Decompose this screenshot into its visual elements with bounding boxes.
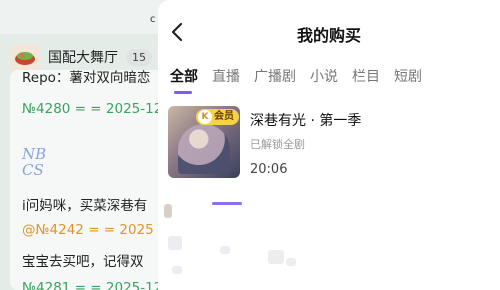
cover-artwork: [178, 124, 230, 174]
tab-short-drama[interactable]: 短剧: [394, 66, 422, 86]
tab-label: 小说: [310, 69, 338, 85]
loading-placeholder: [268, 250, 284, 264]
chat-message: @№4242 = = 2025: [22, 222, 154, 238]
tab-live[interactable]: 直播: [212, 66, 240, 86]
food-bowl-icon: [15, 52, 35, 65]
chat-message: 宝宝去买吧，记得双: [22, 254, 144, 270]
tab-label: 全部: [170, 69, 198, 85]
loading-placeholder: [286, 258, 296, 266]
loading-placeholder: [164, 204, 172, 218]
tab-label: 直播: [212, 69, 240, 85]
tab-label: 栏目: [352, 69, 380, 85]
group-name: 国配大舞厅: [48, 50, 118, 66]
chat-message: №4280 = = 2025-12-: [22, 101, 168, 117]
background-chat: c 国配大舞厅 15 Repo：薯对双向暗恋 №4280 = = 2025-12…: [0, 0, 170, 290]
chat-message: i问妈咪，买菜深巷有: [22, 198, 148, 214]
panel-header: 我的购买: [158, 0, 500, 60]
purchase-item[interactable]: K 会员 深巷有光 · 第一季 已解锁全剧 20:06: [168, 106, 490, 182]
loading-placeholder: [220, 246, 230, 254]
vip-k-icon: K: [198, 110, 212, 124]
loading-placeholder: [172, 266, 182, 274]
vip-badge: K 会员: [196, 109, 239, 125]
tab-column[interactable]: 栏目: [352, 66, 380, 86]
tab-radio-drama[interactable]: 广播剧: [254, 66, 296, 86]
loading-placeholder: [168, 236, 182, 250]
background-topbar: c: [0, 0, 170, 34]
purchase-duration: 20:06: [250, 162, 288, 177]
category-tabs: 全部 直播 广播剧 小说 栏目 短剧: [170, 66, 436, 94]
cover-image: K 会员: [168, 106, 240, 178]
tab-all[interactable]: 全部: [170, 66, 198, 94]
loading-placeholder: [212, 202, 242, 205]
chat-message: №4281 = = 2025-12-: [22, 280, 168, 290]
member-count-badge: 15: [126, 48, 152, 66]
vip-badge-label: 会员: [214, 111, 234, 122]
purchase-status: 已解锁全剧: [250, 138, 305, 151]
tab-novel[interactable]: 小说: [310, 66, 338, 86]
purchase-title: 深巷有光 · 第一季: [250, 113, 362, 129]
tab-label: 广播剧: [254, 69, 296, 85]
my-purchases-panel: 我的购买 全部 直播 广播剧 小说 栏目 短剧 K 会员 深巷有光 · 第一季 …: [158, 0, 500, 290]
background-top-text: c: [150, 14, 156, 25]
page-title: 我的购买: [296, 26, 361, 45]
active-tab-indicator: [174, 91, 192, 94]
chat-message: Repo：薯对双向暗恋: [22, 70, 151, 86]
user-avatar: NB CS: [22, 145, 47, 179]
tab-label: 短剧: [394, 69, 422, 85]
